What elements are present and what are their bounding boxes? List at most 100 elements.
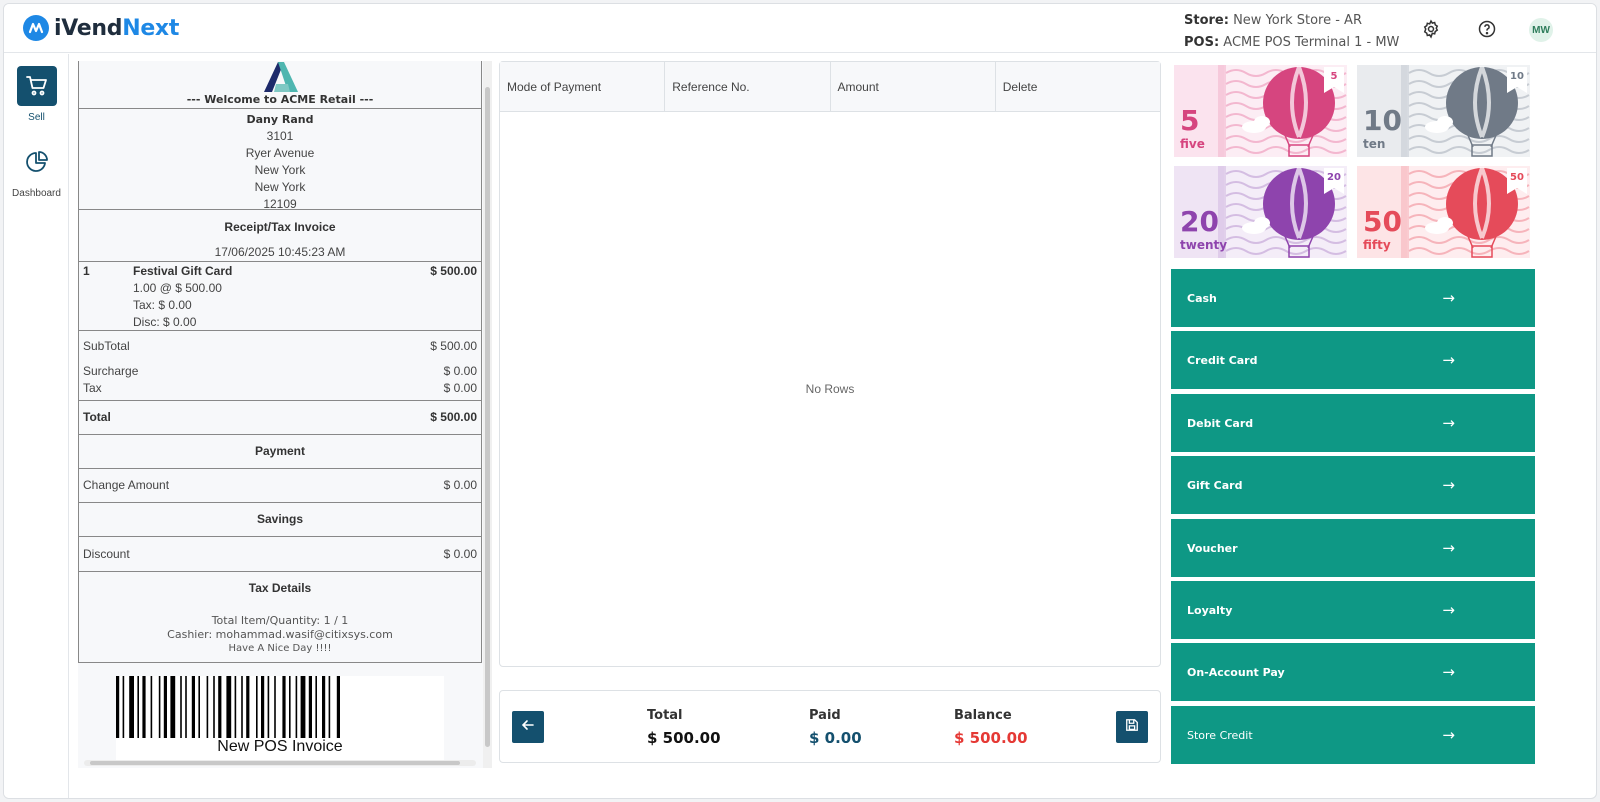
ivend-logo-icon (23, 15, 49, 41)
receipt-welcome: --- Welcome to ACME Retail --- (186, 93, 374, 106)
tender-store-credit-button[interactable]: Store Credit → (1171, 706, 1535, 764)
receipt-horizontal-scrollbar[interactable] (84, 760, 476, 766)
invoice-title: Receipt/Tax Invoice (224, 220, 336, 234)
total-value: $ 500.00 (430, 410, 477, 424)
summary-section: SubTotal $ 500.00 Surcharge $ 0.00 Tax $ 0.… (79, 330, 481, 400)
tax-details-title: Tax Details (248, 581, 312, 595)
nav-label-sell: Sell (28, 112, 45, 123)
payments-grid: Mode of Payment Reference No. Amount Del… (499, 61, 1161, 667)
arrow-right-icon: → (1442, 414, 1455, 432)
footer-goodbye: Have A Nice Day !!!! (228, 643, 332, 654)
save-button[interactable] (1116, 711, 1148, 743)
tender-label: Loyalty (1187, 603, 1233, 617)
barcode-icon (116, 676, 340, 738)
change-section: Change Amount $ 0.00 (79, 468, 481, 502)
arrow-right-icon: → (1442, 476, 1455, 494)
customer-line: New York (254, 163, 306, 177)
subtotal-label: SubTotal (83, 339, 130, 353)
paid-summary: Paid $ 0.00 (809, 708, 862, 747)
tax-value: $ 0.00 (443, 381, 477, 395)
savings-title: Savings (79, 502, 481, 536)
tender-gift-card-button[interactable]: Gift Card → (1171, 456, 1535, 514)
change-value: $ 0.00 (443, 478, 477, 492)
tender-label: Gift Card (1187, 478, 1243, 492)
receipt-preview[interactable]: --- Welcome to ACME Retail --- Dany Rand… (78, 61, 492, 768)
column-amount[interactable]: Amount (831, 62, 996, 111)
line-item-row: 1 Festival Gift Card $ 500.00 (79, 263, 481, 280)
total-section: Total $ 500.00 (79, 400, 481, 434)
brand-name-part-b: Next (122, 15, 180, 41)
change-row: Change Amount $ 0.00 (79, 477, 481, 494)
line-items: 1 Festival Gift Card $ 500.00 1.00 @ $ 5… (79, 261, 481, 330)
user-avatar[interactable]: MW (1529, 18, 1553, 42)
column-delete[interactable]: Delete (996, 62, 1160, 111)
totals-bar: Total $ 500.00 Paid $ 0.00 Balance $ 500… (499, 690, 1161, 763)
surcharge-label: Surcharge (83, 364, 139, 378)
brand-logo[interactable]: iVendNext (23, 15, 179, 41)
customer-name: Dany Rand (246, 113, 314, 126)
tender-credit-card-button[interactable]: Credit Card → (1171, 331, 1535, 389)
subtotal-row: SubTotal $ 500.00 (79, 338, 481, 355)
note-value: 20 (1180, 205, 1219, 238)
brand-name-part-a: iVend (54, 15, 123, 41)
surcharge-value: $ 0.00 (443, 364, 477, 378)
cash-note-5[interactable]: 5 five 5 (1174, 65, 1347, 157)
total-row: Total $ 500.00 (79, 409, 481, 426)
left-nav: Sell Dashboard (4, 54, 69, 798)
help-icon[interactable] (1476, 18, 1498, 40)
cash-note-20[interactable]: 20 twenty 20 (1174, 166, 1347, 258)
note-word: fifty (1363, 238, 1391, 252)
receipt-document: --- Welcome to ACME Retail --- Dany Rand… (78, 61, 482, 663)
tender-debit-card-button[interactable]: Debit Card → (1171, 394, 1535, 452)
cash-note-50[interactable]: 50 fifty 50 (1357, 166, 1530, 258)
receipt-vertical-scrollbar[interactable] (483, 61, 492, 768)
arrow-right-icon: → (1442, 351, 1455, 369)
arrow-right-icon: → (1442, 289, 1455, 307)
line-item-amount: $ 500.00 (430, 264, 477, 278)
balance-summary-value: $ 500.00 (954, 729, 1028, 747)
note-word: twenty (1180, 238, 1228, 252)
settings-gear-icon[interactable] (1420, 18, 1442, 40)
app-window: iVendNext Store: New York Store - AR POS… (3, 3, 1597, 799)
tender-label: Cash (1187, 291, 1217, 305)
nav-item-sell[interactable]: Sell (4, 66, 69, 123)
tender-label: On-Account Pay (1187, 665, 1285, 679)
nav-item-dashboard[interactable]: Dashboard (4, 142, 69, 199)
save-icon (1125, 718, 1139, 737)
note-corner-value: 5 (1330, 71, 1338, 82)
receipt-header: --- Welcome to ACME Retail --- (79, 61, 481, 108)
paid-summary-label: Paid (809, 708, 841, 723)
tender-label: Debit Card (1187, 416, 1254, 430)
scroll-thumb[interactable] (90, 761, 460, 765)
customer-line: 3101 (266, 129, 294, 143)
column-mode-of-payment[interactable]: Mode of Payment (500, 62, 666, 111)
pos-label: POS: (1184, 35, 1220, 50)
cash-note-10[interactable]: 10 ten 10 (1357, 65, 1530, 157)
total-label: Total (83, 410, 111, 424)
line-item-disc: Disc: $ 0.00 (79, 314, 481, 331)
cart-icon (16, 66, 57, 106)
arrow-right-icon: → (1442, 663, 1455, 681)
tender-on-account-pay-button[interactable]: On-Account Pay → (1171, 643, 1535, 701)
note-corner-value: 50 (1510, 172, 1524, 183)
tender-cash-button[interactable]: Cash → (1171, 269, 1535, 327)
footer-qty-line: Total Item/Quantity: 1 / 1 (211, 614, 349, 627)
column-reference-no[interactable]: Reference No. (665, 62, 831, 111)
note-value: 50 (1363, 205, 1402, 238)
receipt-footer: Total Item/Quantity: 1 / 1 Cashier: moha… (79, 614, 481, 656)
back-button[interactable] (512, 711, 544, 743)
tender-loyalty-button[interactable]: Loyalty → (1171, 581, 1535, 639)
scroll-thumb[interactable] (485, 87, 490, 747)
total-summary-label: Total (647, 708, 683, 723)
top-header: iVendNext Store: New York Store - AR POS… (4, 4, 1596, 53)
arrow-right-icon: → (1442, 601, 1455, 619)
arrow-right-icon: → (1442, 539, 1455, 557)
line-item-detail: 1.00 @ $ 500.00 (79, 280, 481, 297)
store-info: Store: New York Store - AR POS: ACME POS… (1184, 10, 1399, 54)
note-corner-value: 10 (1510, 71, 1524, 82)
balance-summary-label: Balance (954, 708, 1012, 723)
balance-summary: Balance $ 500.00 (954, 708, 1028, 747)
payment-title: Payment (79, 434, 481, 468)
barcode-label: New POS Invoice (217, 738, 343, 755)
tender-voucher-button[interactable]: Voucher → (1171, 519, 1535, 577)
